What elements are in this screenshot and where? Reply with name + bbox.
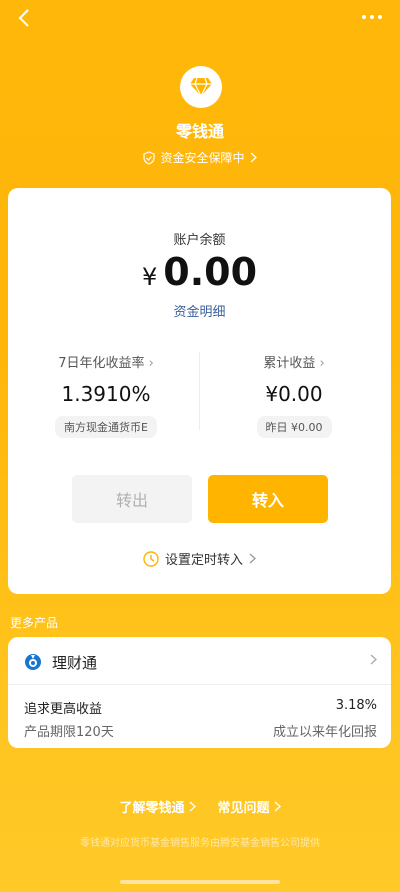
footer-note: 零钱通对应货币基金销售服务由腾安基金销售公司提供 xyxy=(80,838,320,849)
product-card[interactable]: 理财通 追求更高收益 3.18% 产品期限120天 成立以来年化回报 xyxy=(8,637,391,748)
balance-value: 0.00 xyxy=(163,250,258,294)
transfer-out-button[interactable]: 转出 xyxy=(72,475,192,523)
earnings-stat[interactable]: 累计收益 › ¥0.00 昨日 ¥0.00 xyxy=(204,352,384,438)
more-products-label: 更多产品 xyxy=(10,616,59,630)
fund-details-link[interactable]: 资金明细 xyxy=(8,301,391,320)
footer-links: 了解零钱通 常见问题 xyxy=(0,797,400,816)
balance-card: 账户余额 ¥ 0.00 资金明细 7日年化收益率 › 1.3910% 南方现金通… xyxy=(8,188,391,594)
product-header[interactable]: 理财通 xyxy=(8,637,391,685)
product-name: 理财通 xyxy=(52,654,98,672)
yesterday-chip: 昨日 ¥0.00 xyxy=(256,416,332,438)
product-return-row: 追求更高收益 3.18% xyxy=(24,698,377,717)
divider xyxy=(199,352,200,430)
back-button[interactable] xyxy=(10,4,38,32)
chevron-right-icon xyxy=(249,553,256,564)
balance-label: 账户余额 xyxy=(173,233,226,248)
earnings-label: 累计收益 › xyxy=(263,356,325,371)
clock-icon xyxy=(143,550,159,567)
safety-link[interactable]: 资金安全保障中 xyxy=(0,149,400,166)
transfer-in-button[interactable]: 转入 xyxy=(208,475,328,523)
balance-amount: ¥ 0.00 xyxy=(8,250,391,294)
currency-symbol: ¥ xyxy=(141,263,158,291)
home-indicator[interactable] xyxy=(120,880,280,884)
product-rate-label: 成立以来年化回报 xyxy=(272,725,377,740)
diamond-icon xyxy=(190,77,212,97)
shield-check-icon xyxy=(143,150,156,165)
chevron-right-icon xyxy=(250,152,257,163)
chevron-right-icon xyxy=(189,801,196,812)
earnings-value: ¥0.00 xyxy=(265,382,323,406)
yield-stat[interactable]: 7日年化收益率 › 1.3910% 南方现金通货币E xyxy=(16,352,196,438)
product-rate: 3.18% xyxy=(335,698,377,713)
brand-name: 零钱通 xyxy=(175,122,224,141)
schedule-text: 设置定时转入 xyxy=(164,553,243,568)
chevron-left-icon xyxy=(18,9,29,27)
top-bar xyxy=(0,0,400,36)
yield-value: 1.3910% xyxy=(61,382,151,406)
safety-text: 资金安全保障中 xyxy=(160,151,245,165)
dot-icon xyxy=(370,15,374,19)
dot-icon xyxy=(378,15,382,19)
chevron-right-icon xyxy=(370,654,377,665)
brand-logo xyxy=(180,66,222,108)
learn-link[interactable]: 了解零钱通 xyxy=(119,797,196,816)
product-term: 产品期限120天 xyxy=(24,725,114,740)
product-term-row: 产品期限120天 成立以来年化回报 xyxy=(24,721,377,740)
product-tagline: 追求更高收益 xyxy=(24,702,103,717)
yield-label: 7日年化收益率 › xyxy=(58,356,154,371)
faq-link[interactable]: 常见问题 xyxy=(218,797,281,816)
more-button[interactable] xyxy=(356,6,388,28)
licaitong-icon xyxy=(25,654,41,670)
chevron-right-icon xyxy=(274,801,281,812)
schedule-transfer-link[interactable]: 设置定时转入 xyxy=(8,549,391,568)
fund-name-chip: 南方现金通货币E xyxy=(55,416,157,438)
dot-icon xyxy=(362,15,366,19)
